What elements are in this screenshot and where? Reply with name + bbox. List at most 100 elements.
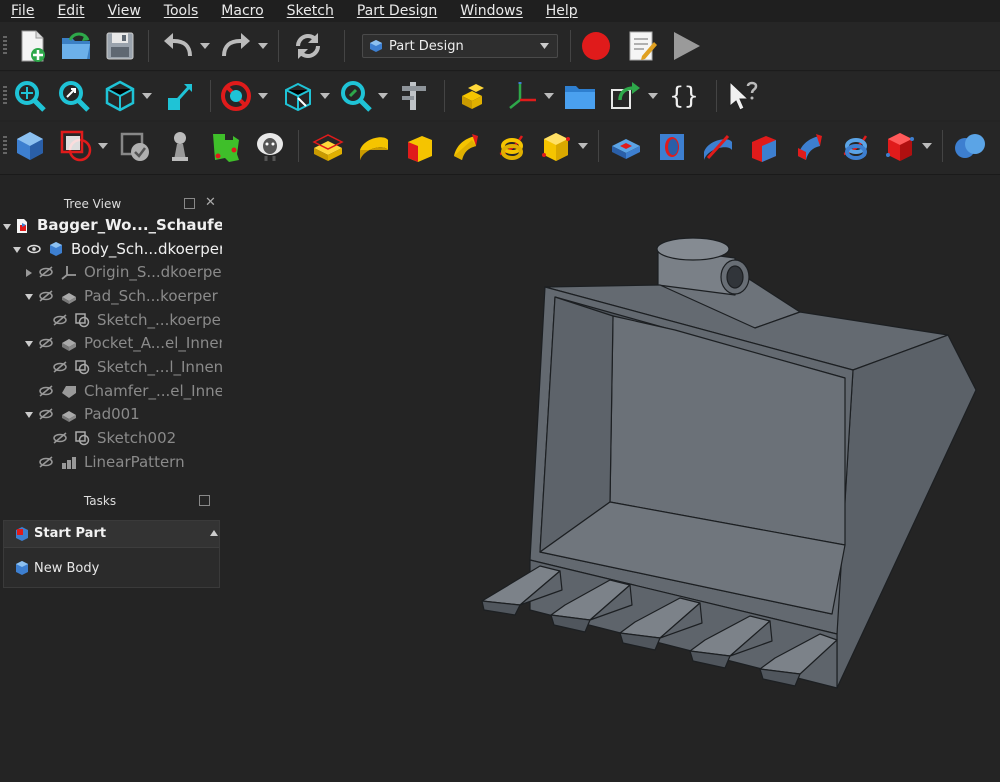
create-body-button[interactable] — [12, 128, 48, 164]
execute-macro-button[interactable] — [668, 28, 704, 64]
caret-right-icon[interactable] — [24, 268, 34, 278]
create-part-button[interactable] — [456, 78, 492, 114]
validate-sketch-button[interactable] — [116, 128, 152, 164]
clone-button[interactable] — [252, 128, 288, 164]
menu-help[interactable]: Help — [546, 3, 578, 19]
hidden-eye-icon[interactable] — [52, 312, 68, 328]
additive-pipe-button[interactable] — [448, 128, 484, 164]
tree-item-origin[interactable]: Origin_S...dkoerper — [0, 261, 228, 284]
toolbar-grip[interactable] — [3, 136, 7, 156]
float-panel-icon[interactable] — [184, 198, 195, 209]
fit-selection-button[interactable] — [56, 78, 92, 114]
additive-helix-button[interactable] — [494, 128, 530, 164]
hidden-eye-icon[interactable] — [52, 430, 68, 446]
variable-set-button[interactable]: {} — [666, 78, 702, 114]
collapse-icon[interactable] — [210, 530, 218, 536]
link-dropdown[interactable] — [648, 92, 658, 100]
zoom-button[interactable] — [338, 78, 374, 114]
redo-button[interactable] — [218, 28, 254, 64]
task-box-header[interactable]: Start Part — [4, 521, 219, 548]
draw-style-button[interactable] — [218, 78, 254, 114]
revolution-button[interactable] — [356, 128, 392, 164]
save-button[interactable] — [102, 28, 138, 64]
hidden-eye-icon[interactable] — [38, 383, 54, 399]
hidden-eye-icon[interactable] — [52, 359, 68, 375]
groove-button[interactable] — [700, 128, 736, 164]
toolbar-grip[interactable] — [3, 36, 7, 56]
link-button[interactable] — [608, 78, 644, 114]
workbench-selector[interactable]: Part Design — [362, 34, 558, 58]
open-document-button[interactable] — [58, 28, 94, 64]
shape-binder-button[interactable] — [162, 128, 198, 164]
tree-item-sketch[interactable]: Sketch_...koerper — [0, 309, 227, 332]
subtractive-pipe-button[interactable] — [792, 128, 828, 164]
excavator-bucket-model[interactable] — [222, 175, 1000, 778]
isometric-view-button[interactable] — [102, 78, 138, 114]
sketch-view-button[interactable] — [162, 78, 198, 114]
create-sketch-button[interactable] — [58, 128, 94, 164]
tree-item-sketch[interactable]: Sketch_...l_Innen — [0, 356, 223, 379]
menu-file[interactable]: File — [11, 3, 34, 19]
menu-macro[interactable]: Macro — [221, 3, 263, 19]
hidden-eye-icon[interactable] — [38, 406, 54, 422]
tree-item-pad001[interactable]: Pad001 — [0, 403, 222, 426]
box-dropdown[interactable] — [320, 92, 330, 100]
eye-icon[interactable] — [26, 241, 42, 257]
toolbar-grip[interactable] — [3, 86, 7, 106]
create-group-button[interactable] — [562, 78, 598, 114]
macros-button[interactable] — [624, 28, 660, 64]
record-macro-button[interactable] — [578, 28, 614, 64]
tree-item-document[interactable]: Bagger_Wo..._Schaufel — [0, 215, 229, 238]
tree-item-chamfer[interactable]: Chamfer_...el_Inner — [0, 380, 230, 403]
hidden-eye-icon[interactable] — [38, 288, 54, 304]
hidden-eye-icon[interactable] — [38, 335, 54, 351]
caret-down-icon[interactable] — [2, 222, 12, 232]
tree-item-sketch002[interactable]: Sketch002 — [0, 427, 222, 450]
menu-tools[interactable]: Tools — [164, 3, 199, 19]
float-panel-icon[interactable] — [199, 495, 210, 506]
caret-down-icon[interactable] — [24, 410, 34, 420]
hole-button[interactable] — [654, 128, 690, 164]
subtractive-helix-button[interactable] — [838, 128, 874, 164]
additive-primitive-button[interactable] — [538, 128, 574, 164]
tree-item-pad[interactable]: Pad_Sch...koerper — [0, 285, 222, 308]
redo-dropdown[interactable] — [258, 42, 268, 50]
caret-down-icon[interactable] — [12, 245, 22, 255]
caret-down-icon[interactable] — [24, 339, 34, 349]
new-document-button[interactable] — [14, 28, 50, 64]
pad-button[interactable] — [310, 128, 346, 164]
subtractive-primitive-dropdown[interactable] — [922, 142, 932, 150]
menu-sketch[interactable]: Sketch — [287, 3, 334, 19]
subtractive-primitive-button[interactable] — [882, 128, 918, 164]
zoom-dropdown[interactable] — [378, 92, 388, 100]
subtractive-loft-button[interactable] — [746, 128, 782, 164]
create-datum-button[interactable] — [504, 78, 540, 114]
boolean-button[interactable] — [952, 128, 988, 164]
caret-down-icon[interactable] — [24, 292, 34, 302]
undo-button[interactable] — [160, 28, 196, 64]
view-dropdown[interactable] — [142, 92, 152, 100]
menu-part-design[interactable]: Part Design — [357, 3, 437, 19]
hidden-eye-icon[interactable] — [38, 264, 54, 280]
tree-item-body[interactable]: Body_Sch...dkoerper — [0, 238, 225, 261]
3d-viewport[interactable] — [222, 175, 1000, 778]
draw-style-dropdown[interactable] — [258, 92, 268, 100]
bounding-box-button[interactable] — [280, 78, 316, 114]
menu-view[interactable]: View — [108, 3, 141, 19]
refresh-button[interactable] — [290, 28, 326, 64]
fit-all-button[interactable] — [12, 78, 48, 114]
hidden-eye-icon[interactable] — [38, 454, 54, 470]
tree-item-linear-pattern[interactable]: LinearPattern — [0, 451, 222, 474]
undo-dropdown[interactable] — [200, 42, 210, 50]
close-icon[interactable]: ✕ — [205, 195, 216, 210]
additive-primitive-dropdown[interactable] — [578, 142, 588, 150]
whats-this-button[interactable] — [724, 78, 760, 114]
menu-edit[interactable]: Edit — [57, 3, 84, 19]
sub-shape-binder-button[interactable] — [208, 128, 244, 164]
datum-dropdown[interactable] — [544, 92, 554, 100]
tree-item-pocket[interactable]: Pocket_A...el_Innen — [0, 332, 228, 355]
measure-button[interactable] — [396, 78, 432, 114]
sketch-dropdown[interactable] — [98, 142, 108, 150]
menu-windows[interactable]: Windows — [460, 3, 523, 19]
additive-loft-button[interactable] — [402, 128, 438, 164]
